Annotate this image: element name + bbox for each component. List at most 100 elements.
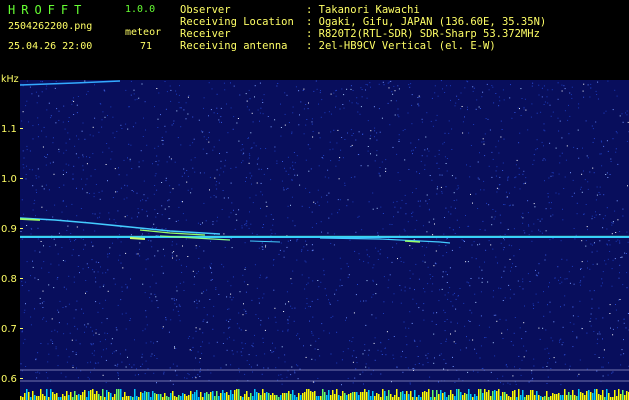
noise-pixel	[288, 173, 290, 175]
noise-pixel	[91, 241, 92, 243]
noise-pixel	[98, 262, 100, 263]
noise-pixel	[376, 154, 378, 156]
spectrum-bar	[254, 389, 256, 400]
noise-pixel	[120, 262, 122, 264]
noise-pixel	[90, 175, 92, 177]
noise-pixel	[158, 160, 160, 162]
noise-pixel	[281, 383, 283, 385]
noise-pixel	[245, 223, 247, 224]
noise-pixel	[449, 267, 451, 269]
noise-pixel	[43, 261, 45, 263]
noise-pixel	[100, 103, 102, 105]
noise-pixel	[216, 93, 218, 95]
noise-pixel	[227, 132, 229, 134]
noise-pixel	[542, 327, 544, 329]
noise-pixel	[311, 300, 313, 302]
noise-pixel	[304, 307, 306, 309]
noise-pixel	[254, 96, 255, 98]
spectrum-bar	[596, 389, 598, 400]
noise-pixel	[278, 374, 280, 376]
noise-pixel	[483, 143, 485, 145]
noise-pixel	[180, 144, 182, 146]
spectrum-bar	[206, 392, 208, 400]
noise-pixel	[438, 245, 440, 247]
noise-pixel	[422, 225, 424, 227]
noise-pixel	[328, 192, 330, 194]
spectrum-bar	[494, 390, 496, 400]
noise-pixel	[466, 80, 468, 82]
noise-pixel	[194, 157, 196, 159]
noise-pixel	[429, 274, 431, 276]
noise-pixel	[483, 141, 485, 143]
noise-pixel	[610, 161, 612, 162]
noise-pixel	[192, 337, 194, 339]
noise-pixel	[446, 158, 448, 159]
spectrum-bar	[134, 389, 136, 400]
noise-pixel	[498, 287, 500, 289]
spectrogram-waterfall[interactable]	[19, 80, 629, 400]
spectrum-bar	[196, 390, 198, 400]
noise-pixel	[247, 138, 249, 139]
noise-pixel	[121, 290, 123, 292]
noise-pixel	[22, 111, 24, 113]
noise-pixel	[455, 308, 457, 310]
info-label-location: Receiving Location	[180, 16, 294, 28]
noise-pixel	[500, 242, 502, 244]
noise-pixel	[58, 232, 60, 234]
noise-pixel	[107, 115, 108, 116]
noise-pixel	[37, 352, 39, 354]
spectrum-bar	[38, 396, 40, 400]
noise-pixel	[168, 206, 170, 208]
noise-pixel	[254, 264, 256, 266]
noise-pixel	[105, 382, 107, 384]
noise-pixel	[492, 209, 494, 210]
noise-pixel	[566, 259, 568, 261]
noise-pixel	[473, 241, 475, 243]
noise-pixel	[339, 285, 341, 287]
noise-pixel	[299, 184, 301, 186]
noise-pixel	[212, 223, 214, 225]
noise-pixel	[213, 195, 215, 196]
noise-pixel	[612, 221, 614, 223]
noise-pixel	[326, 194, 328, 196]
noise-pixel	[440, 343, 442, 344]
noise-pixel	[188, 336, 190, 337]
noise-pixel	[552, 111, 554, 113]
noise-pixel	[419, 96, 421, 98]
noise-pixel	[533, 365, 535, 367]
noise-pixel	[417, 200, 419, 202]
noise-pixel	[523, 345, 525, 347]
noise-pixel	[259, 274, 261, 276]
noise-pixel	[168, 199, 170, 201]
noise-pixel	[559, 162, 561, 164]
noise-pixel	[297, 378, 299, 380]
noise-pixel	[602, 271, 604, 273]
noise-pixel	[179, 320, 181, 322]
noise-pixel	[109, 247, 111, 249]
spectrum-bar	[288, 391, 290, 400]
noise-pixel	[240, 351, 242, 353]
noise-pixel	[503, 204, 505, 205]
noise-pixel	[230, 167, 232, 169]
noise-pixel	[596, 263, 598, 265]
noise-pixel	[543, 315, 545, 317]
noise-pixel	[72, 249, 74, 251]
noise-pixel	[488, 204, 490, 206]
noise-pixel	[561, 152, 563, 154]
noise-pixel	[215, 196, 217, 198]
noise-pixel	[368, 201, 370, 203]
noise-pixel	[535, 293, 537, 295]
noise-pixel	[185, 102, 187, 104]
noise-pixel	[415, 147, 417, 149]
noise-pixel	[267, 168, 269, 170]
noise-pixel	[255, 145, 257, 147]
noise-pixel	[211, 88, 213, 90]
noise-pixel	[108, 147, 110, 149]
noise-pixel	[308, 102, 309, 104]
noise-pixel	[507, 176, 509, 178]
noise-pixel	[464, 325, 466, 327]
noise-pixel	[615, 240, 617, 242]
spectrum-bar	[82, 392, 84, 400]
noise-pixel	[64, 260, 66, 262]
noise-pixel	[44, 156, 45, 157]
